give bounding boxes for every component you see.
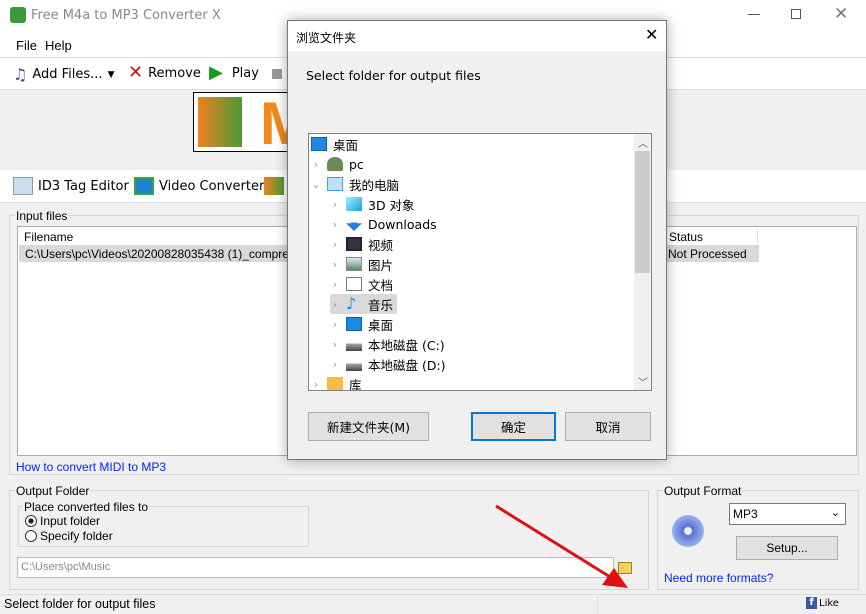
video-convert-icon bbox=[134, 177, 154, 195]
window-title: Free M4a to MP3 Converter X bbox=[31, 8, 221, 23]
chevron-right-icon[interactable]: › bbox=[330, 358, 340, 371]
chevron-right-icon[interactable]: › bbox=[311, 158, 321, 171]
status-bar: Select folder for output files f Like bbox=[0, 594, 866, 614]
dropdown-arrow-icon[interactable]: ▼ bbox=[108, 70, 115, 80]
midi-help-link[interactable]: How to convert MIDI to MP3 bbox=[16, 460, 166, 474]
radio-input-folder[interactable]: Input folder bbox=[25, 514, 100, 528]
folder-tree[interactable]: ︿ ﹀ 桌面 › pc ⌄ 我的电脑 › 3D 对象 › Downloads › 视频 › 图片 › 文档 ›… bbox=[308, 133, 652, 391]
chevron-right-icon[interactable]: › bbox=[330, 238, 340, 251]
document-icon bbox=[346, 277, 362, 291]
tree-item[interactable]: › 本地磁盘 (D:) bbox=[330, 354, 446, 374]
download-icon bbox=[346, 217, 362, 231]
facebook-like-button[interactable]: f Like bbox=[806, 597, 839, 609]
chevron-down-icon[interactable]: ⌄ bbox=[311, 178, 321, 191]
menu-help[interactable]: Help bbox=[45, 38, 72, 53]
input-files-label: Input files bbox=[15, 209, 69, 223]
minimize-button[interactable] bbox=[748, 14, 760, 15]
chevron-right-icon[interactable]: › bbox=[330, 278, 340, 291]
add-music-icon: ♫ bbox=[13, 65, 28, 84]
annotation-arrow bbox=[495, 504, 628, 588]
desktop-icon bbox=[346, 317, 362, 331]
tree-item[interactable]: › 库 bbox=[311, 374, 362, 391]
radio-unchecked-icon bbox=[25, 530, 37, 542]
dialog-close-button[interactable]: ✕ bbox=[645, 25, 658, 44]
drive-icon bbox=[346, 337, 362, 351]
facebook-icon: f bbox=[806, 597, 817, 609]
dialog-prompt: Select folder for output files bbox=[306, 68, 481, 83]
banner-logo: M bbox=[193, 92, 293, 152]
user-icon bbox=[327, 157, 343, 171]
video-icon bbox=[346, 237, 362, 251]
chevron-right-icon[interactable]: › bbox=[330, 198, 340, 211]
chevron-right-icon[interactable]: › bbox=[330, 298, 340, 311]
scroll-up-icon[interactable]: ︿ bbox=[638, 135, 648, 150]
format-select[interactable]: MP3 ⌄ bbox=[729, 503, 846, 525]
setup-button[interactable]: Setup... bbox=[736, 536, 838, 560]
tree-item[interactable]: ⌄ 我的电脑 bbox=[311, 174, 399, 194]
tree-item[interactable]: › pc bbox=[311, 154, 364, 174]
tree-item[interactable]: › ♪ 音乐 bbox=[330, 294, 398, 314]
radio-specify-folder[interactable]: Specify folder bbox=[25, 529, 113, 543]
chevron-right-icon[interactable]: › bbox=[311, 378, 321, 391]
column-filename[interactable]: Filename bbox=[24, 230, 73, 244]
output-format-label: Output Format bbox=[663, 484, 743, 498]
menu-file[interactable]: File bbox=[16, 38, 37, 53]
chevron-right-icon[interactable]: › bbox=[330, 338, 340, 351]
drive-icon bbox=[346, 357, 362, 371]
column-status[interactable]: Status bbox=[666, 230, 758, 244]
remove-button[interactable]: ✕ Remove bbox=[128, 62, 201, 83]
chevron-right-icon[interactable]: › bbox=[330, 318, 340, 331]
dialog-title-bar: 浏览文件夹 ✕ bbox=[288, 21, 666, 51]
stop-icon[interactable] bbox=[272, 69, 282, 79]
tree-item[interactable]: › 文档 bbox=[330, 274, 393, 294]
cancel-button[interactable]: 取消 bbox=[565, 412, 651, 441]
tree-item[interactable]: › 本地磁盘 (C:) bbox=[330, 334, 445, 354]
chevron-right-icon[interactable]: › bbox=[330, 218, 340, 231]
app-icon bbox=[10, 7, 26, 23]
cube-icon bbox=[346, 197, 362, 211]
output-folder-label: Output Folder bbox=[15, 484, 91, 498]
tag-edit-icon bbox=[13, 177, 33, 195]
tree-scrollbar[interactable]: ︿ ﹀ bbox=[634, 134, 651, 390]
new-folder-button[interactable]: 新建文件夹(M) bbox=[308, 412, 429, 441]
play-button[interactable]: ▶ Play bbox=[209, 62, 259, 83]
tree-item[interactable]: 桌面 bbox=[311, 134, 358, 154]
place-files-label: Place converted files to bbox=[23, 500, 150, 514]
tree-item[interactable]: › 3D 对象 bbox=[330, 194, 415, 214]
maximize-button[interactable] bbox=[791, 9, 801, 19]
tree-item[interactable]: › 桌面 bbox=[330, 314, 393, 334]
picture-icon bbox=[346, 257, 362, 271]
browse-folder-dialog: 浏览文件夹 ✕ Select folder for output files ︿… bbox=[287, 20, 667, 460]
id3-tag-editor-button[interactable]: ID3 Tag Editor bbox=[13, 177, 129, 195]
tree-item[interactable]: › 视频 bbox=[330, 234, 393, 254]
play-icon: ▶ bbox=[209, 62, 223, 83]
scroll-thumb[interactable] bbox=[635, 151, 650, 273]
cd-icon bbox=[672, 515, 704, 547]
desktop-icon bbox=[311, 137, 327, 151]
remove-icon: ✕ bbox=[128, 62, 144, 83]
close-button[interactable]: ✕ bbox=[834, 4, 848, 24]
chevron-down-icon: ⌄ bbox=[830, 507, 840, 519]
library-icon bbox=[327, 377, 343, 390]
chevron-right-icon[interactable]: › bbox=[330, 258, 340, 271]
tree-item[interactable]: › 图片 bbox=[330, 254, 393, 274]
ok-button[interactable]: 确定 bbox=[471, 412, 556, 441]
more-formats-link[interactable]: Need more formats? bbox=[664, 571, 773, 585]
computer-icon bbox=[327, 177, 343, 191]
music-icon: ♪ bbox=[346, 294, 357, 313]
tree-item[interactable]: › Downloads bbox=[330, 214, 437, 234]
film-icon[interactable] bbox=[264, 177, 284, 195]
video-converter-button[interactable]: Video Converter bbox=[134, 177, 264, 195]
radio-checked-icon bbox=[25, 515, 37, 527]
add-files-button[interactable]: ♫ Add Files... ▼ bbox=[13, 65, 115, 84]
scroll-down-icon[interactable]: ﹀ bbox=[638, 374, 648, 389]
